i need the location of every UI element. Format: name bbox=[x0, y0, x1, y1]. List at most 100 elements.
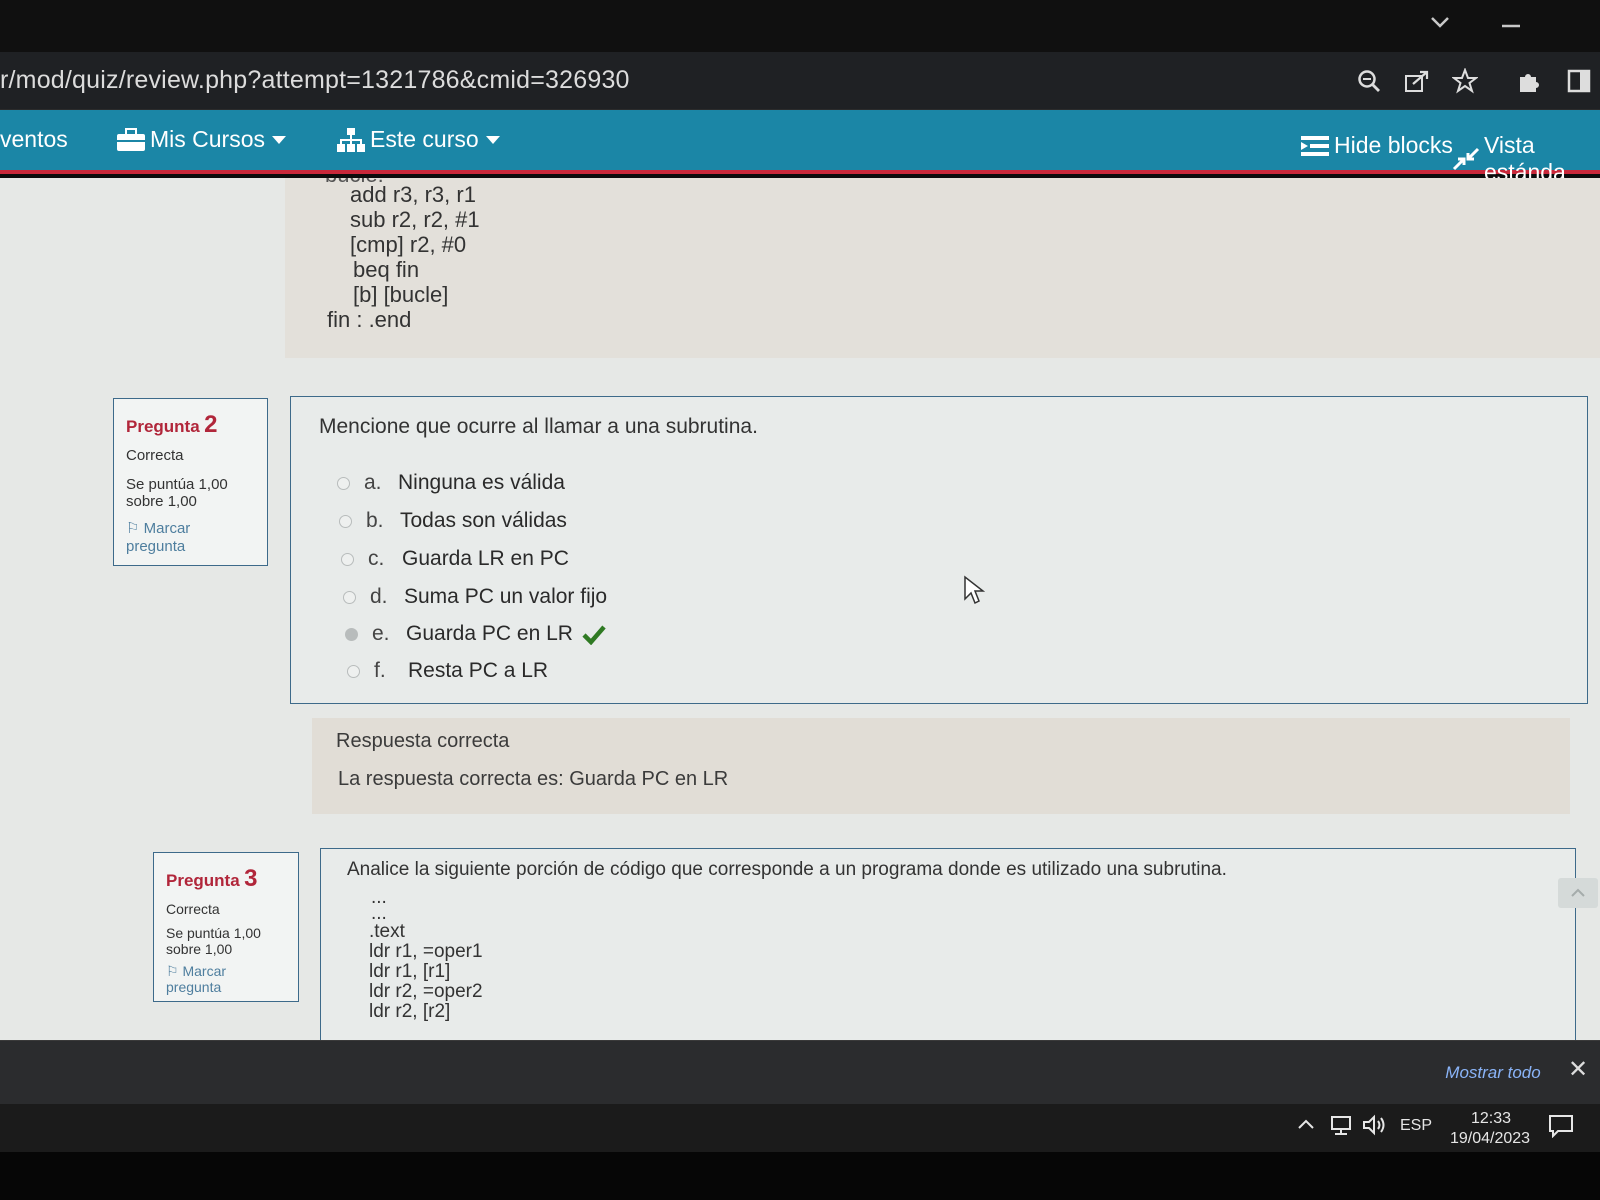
radio-button[interactable] bbox=[347, 664, 360, 678]
answer-letter: a. bbox=[364, 471, 382, 494]
minimize-icon[interactable] bbox=[1500, 12, 1522, 38]
code-line: sub r2, r2, #1 bbox=[350, 207, 480, 232]
question-grade: Se puntúa 1,00 sobre 1,00 bbox=[166, 925, 286, 957]
url-text[interactable]: r/mod/quiz/review.php?attempt=1321786&cm… bbox=[0, 66, 630, 95]
answer-text: Suma PC un valor fijo bbox=[404, 585, 608, 608]
downloads-bar: Mostrar todo ✕ bbox=[0, 1040, 1600, 1104]
answer-option-f[interactable]: f. Resta PC a LR bbox=[347, 659, 548, 683]
code-line: beq fin bbox=[353, 257, 420, 282]
window-titlebar bbox=[0, 0, 1600, 52]
answer-letter: c. bbox=[368, 547, 385, 570]
share-icon[interactable] bbox=[1400, 64, 1434, 98]
flag-icon: ⚐ bbox=[126, 520, 140, 537]
flag-question-link[interactable]: ⚐ Marcar pregunta bbox=[126, 520, 255, 556]
answer-option-d[interactable]: d. Suma PC un valor fijo bbox=[343, 585, 607, 609]
question-label: Pregunta bbox=[166, 871, 240, 890]
question-number: 2 bbox=[204, 411, 218, 438]
question-text: Analice la siguiente porción de código q… bbox=[347, 859, 1227, 880]
question-text: Mencione que ocurre al llamar a una subr… bbox=[319, 415, 758, 438]
answer-letter: e. bbox=[372, 622, 390, 645]
answer-text: Todas son válidas bbox=[400, 509, 567, 532]
answer-letter: d. bbox=[370, 585, 388, 608]
hide-blocks-label: Hide blocks bbox=[1334, 132, 1453, 158]
radio-button[interactable] bbox=[341, 552, 354, 566]
code-line: [cmp] r2, #0 bbox=[350, 232, 467, 257]
answer-option-b[interactable]: b. Todas son válidas bbox=[339, 509, 567, 533]
flag-icon: ⚐ bbox=[166, 963, 179, 979]
question2-info: Pregunta 2 Correcta Se puntúa 1,00 sobre… bbox=[113, 398, 268, 566]
question2-content: Mencione que ocurre al llamar a una subr… bbox=[290, 396, 1588, 704]
flag-label: Marcar bbox=[182, 963, 227, 979]
answer-option-c[interactable]: c. Guarda LR en PC bbox=[341, 547, 569, 571]
star-icon[interactable] bbox=[1448, 64, 1482, 98]
chevron-up-icon[interactable] bbox=[1296, 1116, 1316, 1136]
radio-button[interactable] bbox=[337, 476, 350, 490]
flag-label: Marcar bbox=[143, 520, 191, 537]
code-line: ldr r1, =oper1 bbox=[369, 941, 483, 962]
answer-text: Guarda PC en LR bbox=[406, 622, 573, 645]
correct-check-icon bbox=[581, 623, 607, 645]
quiz-review-page: bucle: add r3, r3, r1 sub r2, r2, #1 [cm… bbox=[0, 178, 1600, 1040]
grade-line: sobre 1,00 bbox=[126, 493, 197, 510]
radio-button[interactable] bbox=[343, 590, 356, 604]
network-icon[interactable] bbox=[1330, 1114, 1354, 1140]
code-line: fin : .end bbox=[327, 307, 412, 332]
address-bar[interactable]: r/mod/quiz/review.php?attempt=1321786&cm… bbox=[0, 52, 1600, 110]
mouse-cursor-icon bbox=[963, 575, 986, 610]
close-icon[interactable]: ✕ bbox=[1568, 1055, 1588, 1084]
nav-eventos[interactable]: ventos bbox=[0, 126, 68, 153]
question-state: Correcta bbox=[166, 901, 220, 917]
nav-mis-cursos-label: Mis Cursos bbox=[150, 126, 266, 152]
flag-question-link[interactable]: ⚐ Marcar pregunta bbox=[166, 963, 286, 995]
answer-text: Ninguna es válida bbox=[398, 471, 565, 494]
volume-icon[interactable] bbox=[1362, 1114, 1388, 1140]
radio-button-selected[interactable] bbox=[345, 627, 358, 641]
question3-info: Pregunta 3 Correcta Se puntúa 1,00 sobre… bbox=[153, 852, 299, 1002]
extensions-icon[interactable] bbox=[1512, 64, 1546, 98]
question-label: Pregunta bbox=[126, 417, 200, 436]
answer-text: Guarda LR en PC bbox=[402, 547, 569, 570]
chevron-down-icon[interactable] bbox=[1428, 12, 1452, 38]
answer-letter: b. bbox=[366, 509, 384, 532]
flag-label: pregunta bbox=[166, 979, 222, 995]
question-state: Correcta bbox=[126, 447, 184, 464]
nav-mis-cursos[interactable]: Mis Cursos bbox=[116, 126, 289, 153]
grade-line: Se puntúa 1,00 bbox=[126, 476, 228, 493]
radio-button[interactable] bbox=[339, 514, 352, 528]
code-line: ldr r2, =oper2 bbox=[369, 981, 483, 1002]
windows-taskbar: ESP 12:33 19/04/2023 bbox=[0, 1104, 1600, 1152]
answer-option-a[interactable]: a. Ninguna es válida bbox=[337, 471, 565, 495]
code-line: .text bbox=[369, 921, 405, 942]
question3-content: Analice la siguiente porción de código q… bbox=[320, 848, 1576, 1040]
clock-time[interactable]: 12:33 bbox=[1466, 1110, 1516, 1128]
screen: r/mod/quiz/review.php?attempt=1321786&cm… bbox=[0, 0, 1600, 1200]
clock-date[interactable]: 19/04/2023 bbox=[1440, 1130, 1540, 1148]
nav-este-curso[interactable]: Este curso bbox=[336, 126, 503, 153]
answer-text: Resta PC a LR bbox=[408, 659, 549, 682]
question2-feedback: Respuesta correcta La respuesta correcta… bbox=[312, 718, 1570, 814]
notification-icon[interactable] bbox=[1548, 1114, 1574, 1142]
show-all-downloads-button[interactable]: Mostrar todo bbox=[1425, 1055, 1561, 1091]
sitemap-icon bbox=[336, 127, 366, 153]
code-line: ldr r2, [r2] bbox=[369, 1001, 451, 1022]
question-grade: Se puntúa 1,00 sobre 1,00 bbox=[126, 476, 255, 510]
grade-line: sobre 1,00 bbox=[166, 941, 233, 957]
nav-este-curso-label: Este curso bbox=[370, 126, 479, 152]
compress-icon bbox=[1452, 147, 1480, 171]
zoom-icon[interactable] bbox=[1352, 64, 1386, 98]
side-panel-icon[interactable] bbox=[1562, 64, 1596, 98]
language-indicator[interactable]: ESP bbox=[1400, 1117, 1432, 1135]
outdent-icon bbox=[1300, 134, 1330, 158]
question1-code-block: bucle: add r3, r3, r1 sub r2, r2, #1 [cm… bbox=[285, 178, 1600, 358]
grade-line: Se puntúa 1,00 bbox=[166, 925, 261, 941]
hide-blocks-button[interactable]: Hide blocks bbox=[1300, 132, 1453, 159]
scroll-to-top-button[interactable] bbox=[1558, 878, 1598, 908]
chevron-up-icon bbox=[1571, 888, 1585, 897]
briefcase-icon bbox=[116, 127, 146, 153]
site-navbar: ventos Mis Cursos Este curso Hide blocks bbox=[0, 110, 1600, 185]
feedback-text: La respuesta correcta es: Guarda PC en L… bbox=[338, 768, 729, 790]
feedback-title: Respuesta correcta bbox=[336, 730, 510, 752]
monitor-bezel bbox=[0, 1152, 1600, 1200]
caret-down-icon bbox=[483, 126, 503, 153]
answer-option-e[interactable]: e. Guarda PC en LR bbox=[345, 622, 607, 646]
